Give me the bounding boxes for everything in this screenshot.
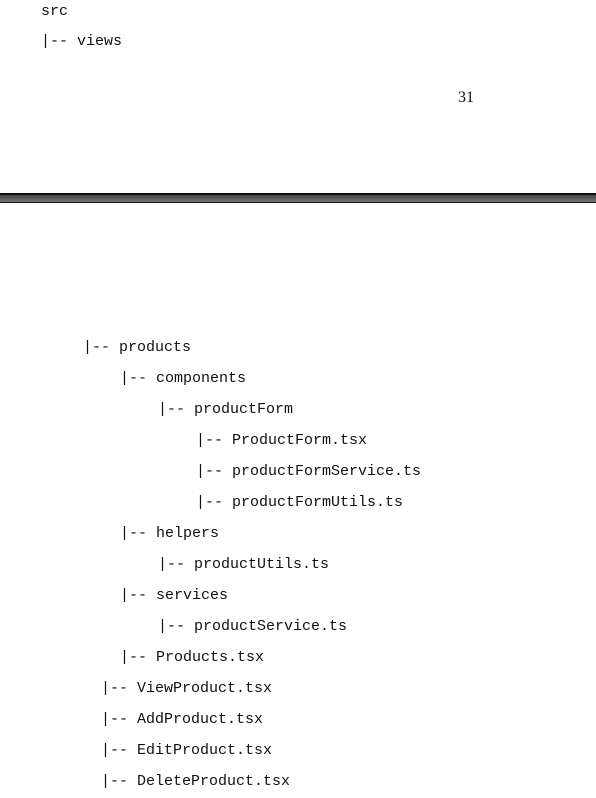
tree-line: |-- helpers [120,525,220,542]
tree-line: |-- DeleteProduct.tsx [101,773,291,790]
tree-line: |-- productUtils.ts [158,556,330,573]
tree-line: |-- productService.ts [158,618,348,635]
page-number: 31 [458,89,474,106]
tree-line: |-- ViewProduct.tsx [101,680,273,697]
tree-line-views: |-- views [41,33,123,50]
tree-line: |-- AddProduct.tsx [101,711,264,728]
tree-line: |-- products [83,339,192,356]
tree-line: |-- Products.tsx [120,649,265,666]
tree-line: |-- EditProduct.tsx [101,742,273,759]
tree-line: |-- productFormService.ts [196,463,422,480]
tree-line: |-- productForm [158,401,294,418]
page-separator [0,193,596,203]
tree-line-src: src [41,3,69,20]
tree-line: |-- services [120,587,229,604]
tree-line: |-- productFormUtils.ts [196,494,404,511]
tree-line: |-- ProductForm.tsx [196,432,368,449]
tree-line: |-- components [120,370,247,387]
